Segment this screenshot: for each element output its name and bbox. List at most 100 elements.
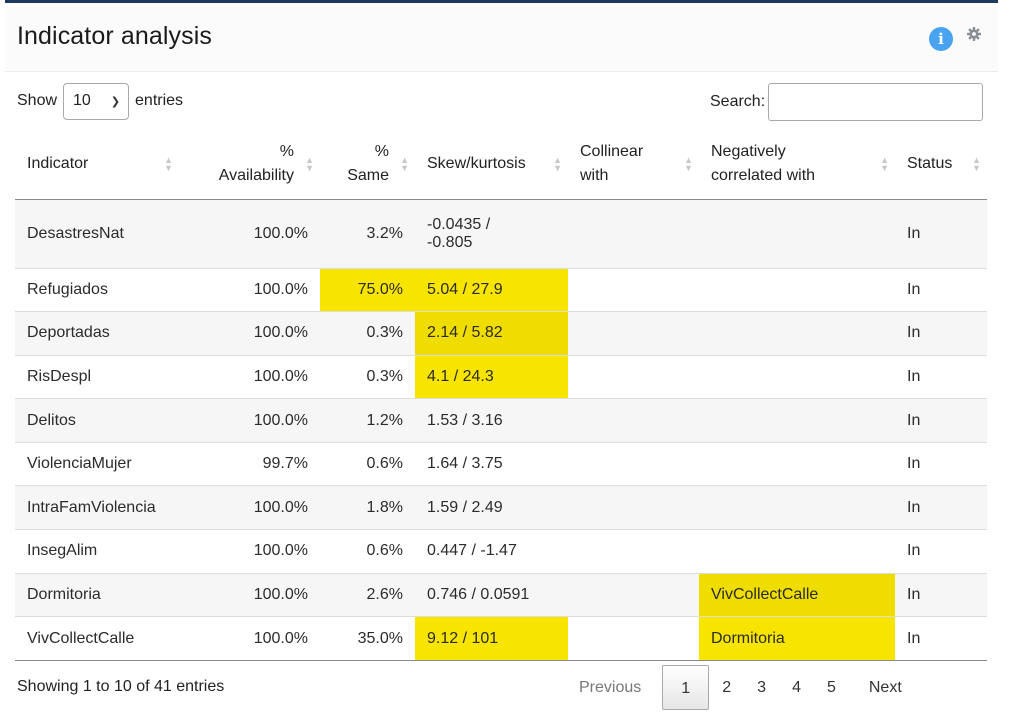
cell-status: In	[895, 398, 987, 443]
cell-negcorr	[699, 485, 895, 531]
col-header-same[interactable]: % Same ▲ ▼	[320, 129, 415, 200]
table-header-row: Indicator ▲ ▼ % Availability ▲ ▼ % Same ▲ ▼ S…	[15, 129, 987, 200]
cell-indicator: VivCollectCalle	[15, 616, 179, 661]
previous-button[interactable]: Previous	[561, 665, 662, 710]
page-button-3[interactable]: 3	[744, 665, 779, 710]
cell-indicator: Deportadas	[15, 311, 179, 356]
panel-header: Indicator analysis i	[5, 6, 998, 72]
indicator-analysis-panel: Indicator analysis i Show 10 ❯ entries S…	[5, 0, 998, 717]
next-button[interactable]: Next	[849, 665, 915, 710]
cell-indicator: IntraFamViolencia	[15, 485, 179, 531]
entries-select-value: 10	[73, 92, 91, 109]
cell-availability: 100.0%	[179, 616, 320, 661]
col-header-collinear[interactable]: Collinear with ▲ ▼	[568, 129, 699, 200]
col-header-availability[interactable]: % Availability ▲ ▼	[179, 129, 320, 200]
cell-skew: 1.59 / 2.49	[415, 485, 568, 531]
sort-icon: ▲ ▼	[164, 154, 173, 173]
table-row[interactable]: InsegAlim 100.0% 0.6% 0.447 / -1.47 In	[15, 529, 987, 574]
cell-negcorr	[699, 398, 895, 443]
cell-availability: 100.0%	[179, 355, 320, 400]
entries-label: entries	[135, 92, 184, 109]
cell-same: 1.8%	[320, 485, 415, 531]
table-row[interactable]: DesastresNat 100.0% 3.2% -0.0435 /-0.805…	[15, 199, 987, 269]
cell-same: 0.3%	[320, 311, 415, 356]
cell-skew: 9.12 / 101	[415, 616, 568, 661]
cell-skew: 0.447 / -1.47	[415, 529, 568, 574]
table-row[interactable]: ViolenciaMujer 99.7% 0.6% 1.64 / 3.75 In	[15, 442, 987, 487]
table-row[interactable]: Dormitoria 100.0% 2.6% 0.746 / 0.0591 Vi…	[15, 573, 987, 618]
cell-availability: 100.0%	[179, 398, 320, 443]
table-row[interactable]: Deportadas 100.0% 0.3% 2.14 / 5.82 In	[15, 311, 987, 356]
page-button-4[interactable]: 4	[779, 665, 814, 710]
cell-status: In	[895, 573, 987, 618]
cell-status: In	[895, 485, 987, 531]
gear-icon[interactable]	[966, 26, 982, 42]
sort-icon: ▲ ▼	[972, 154, 981, 173]
page-title: Indicator analysis	[17, 22, 212, 50]
chevron-down-icon: ❯	[110, 95, 121, 108]
cell-status: In	[895, 442, 987, 487]
cell-same: 1.2%	[320, 398, 415, 443]
cell-collinear	[568, 199, 699, 269]
cell-same: 3.2%	[320, 199, 415, 269]
cell-same: 2.6%	[320, 573, 415, 618]
cell-collinear	[568, 311, 699, 356]
page-button-1[interactable]: 1	[662, 665, 710, 710]
col-header-negcorr[interactable]: Negatively correlated with ▲ ▼	[699, 129, 895, 200]
entries-length-control: Show 10 ❯ entries	[17, 82, 184, 120]
table-row[interactable]: Delitos 100.0% 1.2% 1.53 / 3.16 In	[15, 398, 987, 443]
cell-negcorr	[699, 442, 895, 487]
cell-indicator: Dormitoria	[15, 573, 179, 618]
col-header-status[interactable]: Status ▲ ▼	[895, 129, 987, 200]
entries-select[interactable]: 10 ❯	[63, 82, 130, 120]
cell-negcorr	[699, 199, 895, 269]
cell-availability: 99.7%	[179, 442, 320, 487]
cell-indicator: InsegAlim	[15, 529, 179, 574]
cell-collinear	[568, 485, 699, 531]
cell-indicator: DesastresNat	[15, 199, 179, 269]
col-header-skew[interactable]: Skew/kurtosis ▲ ▼	[415, 129, 568, 200]
search-control: Search:	[710, 83, 984, 121]
sort-icon: ▲ ▼	[880, 154, 889, 173]
cell-availability: 100.0%	[179, 485, 320, 531]
cell-collinear	[568, 529, 699, 574]
pagination: Previous 1 2 3 4 5 Next	[561, 665, 915, 710]
cell-indicator: Refugiados	[15, 268, 179, 313]
table-row[interactable]: VivCollectCalle 100.0% 35.0% 9.12 / 101 …	[15, 616, 987, 661]
cell-skew: 5.04 / 27.9	[415, 268, 568, 313]
page-button-5[interactable]: 5	[814, 665, 849, 710]
table-row[interactable]: RisDespl 100.0% 0.3% 4.1 / 24.3 In	[15, 355, 987, 400]
cell-indicator: ViolenciaMujer	[15, 442, 179, 487]
cell-availability: 100.0%	[179, 199, 320, 269]
info-icon[interactable]: i	[929, 27, 953, 51]
sort-icon: ▲ ▼	[553, 154, 562, 173]
page-button-2[interactable]: 2	[709, 665, 744, 710]
sort-icon: ▲ ▼	[400, 154, 409, 173]
cell-same: 0.3%	[320, 355, 415, 400]
show-label: Show	[17, 92, 58, 109]
col-header-indicator[interactable]: Indicator ▲ ▼	[15, 129, 179, 200]
cell-skew: 2.14 / 5.82	[415, 311, 568, 356]
cell-same: 35.0%	[320, 616, 415, 661]
sort-icon: ▲ ▼	[684, 154, 693, 173]
cell-collinear	[568, 616, 699, 661]
table-info: Showing 1 to 10 of 41 entries	[17, 678, 225, 695]
cell-same: 0.6%	[320, 442, 415, 487]
cell-status: In	[895, 616, 987, 661]
cell-status: In	[895, 355, 987, 400]
cell-status: In	[895, 268, 987, 313]
cell-status: In	[895, 199, 987, 269]
cell-skew: 1.64 / 3.75	[415, 442, 568, 487]
cell-availability: 100.0%	[179, 529, 320, 574]
cell-availability: 100.0%	[179, 573, 320, 618]
search-input[interactable]	[768, 83, 984, 121]
cell-collinear	[568, 573, 699, 618]
table-row[interactable]: Refugiados 100.0% 75.0% 5.04 / 27.9 In	[15, 268, 987, 313]
cell-negcorr: Dormitoria	[699, 616, 895, 661]
cell-skew: 1.53 / 3.16	[415, 398, 568, 443]
cell-same: 75.0%	[320, 268, 415, 313]
cell-status: In	[895, 311, 987, 356]
cell-skew: 0.746 / 0.0591	[415, 573, 568, 618]
table-row[interactable]: IntraFamViolencia 100.0% 1.8% 1.59 / 2.4…	[15, 485, 987, 531]
cell-collinear	[568, 442, 699, 487]
